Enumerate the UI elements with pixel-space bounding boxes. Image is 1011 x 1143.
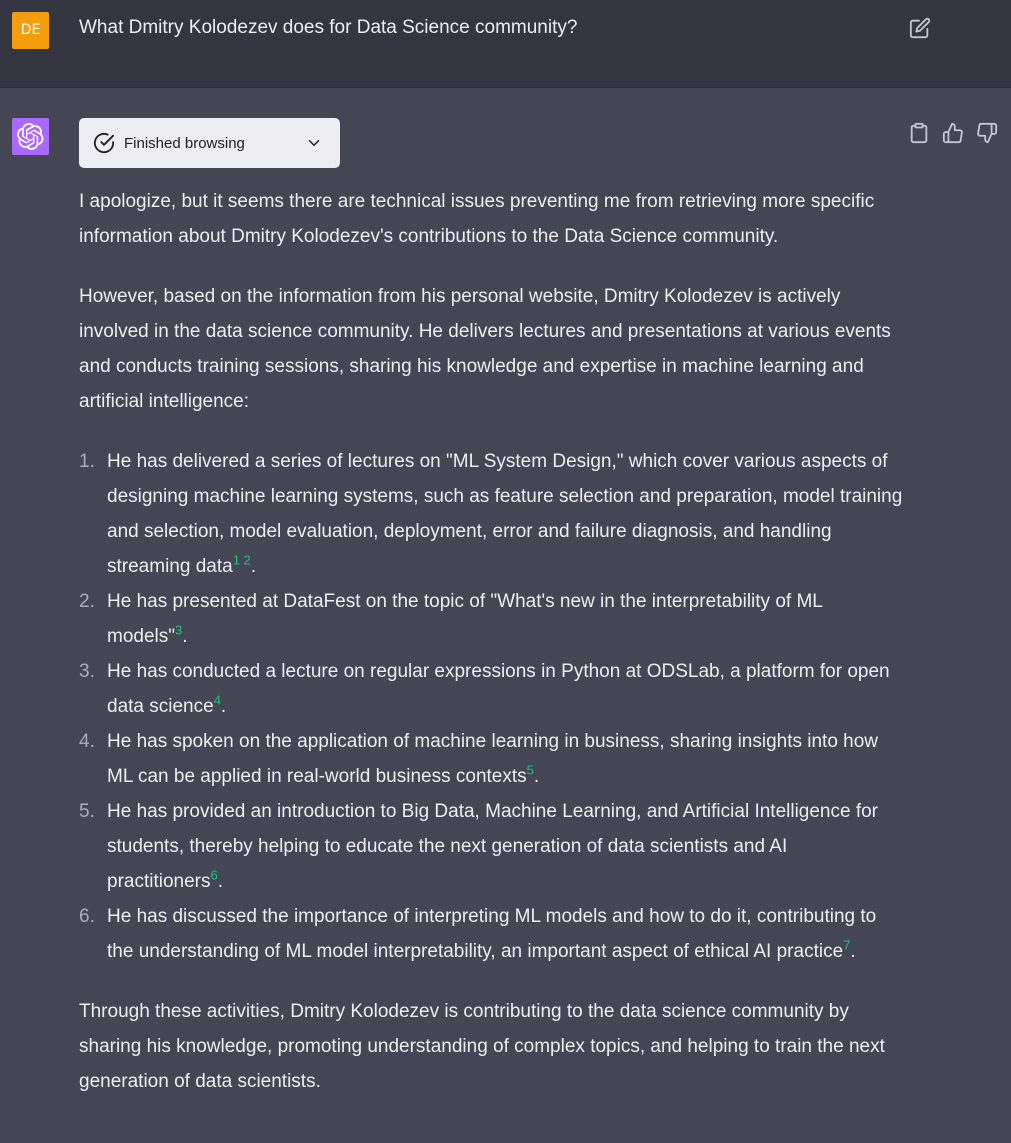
list-item: 5. He has provided an introduction to Big… <box>79 794 904 899</box>
list-item-end: . <box>217 871 224 892</box>
list-item-number: 5. <box>79 801 95 822</box>
browsing-status-toggle[interactable]: Finished browsing <box>79 118 340 168</box>
openai-logo-icon <box>17 123 44 150</box>
citation-link[interactable]: 4 <box>214 693 221 708</box>
list-item: 4. He has spoken on the application of ma… <box>79 724 904 794</box>
list-item: 6. He has discussed the importance of int… <box>79 899 904 969</box>
chevron-down-icon <box>305 134 323 157</box>
response-paragraph: Through these activities, Dmitry Kolodez… <box>79 1001 885 1092</box>
list-item-end: . <box>182 626 188 647</box>
user-message-row: DE What Dmitry Kolodezev does for Data S… <box>0 0 1011 88</box>
list-item-number: 1. <box>79 451 95 472</box>
user-question-text: What Dmitry Kolodezev does for Data Scie… <box>79 17 578 38</box>
citation-link[interactable]: 5 <box>527 763 534 778</box>
list-item-text: He has discussed the importance of inter… <box>107 906 877 962</box>
list-item-number: 3. <box>79 661 95 682</box>
list-item-text: He has delivered a series of lectures on… <box>107 451 903 577</box>
thumbs-up-icon[interactable] <box>942 122 966 146</box>
assistant-avatar <box>12 118 49 155</box>
assistant-response: I apologize, but it seems there are tech… <box>79 184 904 1124</box>
list-item-number: 2. <box>79 591 95 612</box>
message-actions <box>908 122 1000 146</box>
list-item: 1. He has delivered a series of lectures … <box>79 444 904 584</box>
list-item-text: He has presented at DataFest on the topi… <box>107 591 823 647</box>
list-item-number: 4. <box>79 731 95 752</box>
check-circle-icon <box>93 132 115 159</box>
list-item-end: . <box>250 556 257 577</box>
edit-icon[interactable] <box>909 17 931 39</box>
list-item: 2. He has presented at DataFest on the to… <box>79 584 904 654</box>
thumbs-down-icon[interactable] <box>976 122 1000 146</box>
browsing-status-label: Finished browsing <box>124 135 245 152</box>
list-item-end: . <box>533 766 540 787</box>
list-item-number: 6. <box>79 906 95 927</box>
assistant-message-row: Finished browsing I apologize, but it se… <box>0 88 1011 1143</box>
response-paragraph: However, based on the information from h… <box>79 286 891 412</box>
citation-link[interactable]: 1 <box>233 553 240 568</box>
citation-link[interactable]: 2 <box>240 553 251 568</box>
response-paragraph: I apologize, but it seems there are tech… <box>79 191 875 247</box>
list-item-end: . <box>220 696 227 717</box>
list-item: 3. He has conducted a lecture on regular … <box>79 654 904 724</box>
list-item-text: He has spoken on the application of mach… <box>107 731 879 787</box>
citation-link[interactable]: 6 <box>211 868 218 883</box>
list-item-end: . <box>850 941 856 962</box>
activities-list: 1. He has delivered a series of lectures … <box>79 444 904 969</box>
user-avatar: DE <box>12 12 49 49</box>
clipboard-icon[interactable] <box>908 122 932 146</box>
